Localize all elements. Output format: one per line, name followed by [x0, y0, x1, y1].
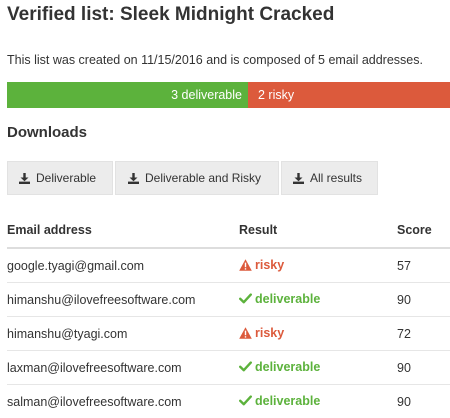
result-label: risky	[255, 326, 284, 340]
verified-list-page: Verified list: Sleek Midnight Cracked Th…	[0, 0, 450, 414]
result-badge: risky	[239, 258, 284, 272]
download-deliverable-label: Deliverable	[36, 171, 96, 185]
email-cell: himanshu@ilovefreesoftware.com	[7, 283, 239, 317]
column-header-score: Score	[397, 213, 450, 248]
download-all-results-button[interactable]: All results	[281, 161, 378, 195]
result-badge: risky	[239, 326, 284, 340]
download-all-results-label: All results	[310, 171, 362, 185]
result-label: risky	[255, 258, 284, 272]
result-badge: deliverable	[239, 360, 320, 374]
deliverability-summary-bar: 3 deliverable 2 risky	[7, 82, 450, 108]
column-header-email: Email address	[7, 213, 239, 248]
results-table: Email address Result Score google.tyagi@…	[7, 213, 450, 418]
table-row: himanshu@ilovefreesoftware.com deliverab…	[7, 283, 450, 317]
download-deliverable-button[interactable]: Deliverable	[7, 161, 113, 195]
email-cell: himanshu@tyagi.com	[7, 317, 239, 351]
score-cell: 57	[397, 248, 450, 283]
email-cell: laxman@ilovefreesoftware.com	[7, 351, 239, 385]
checkmark-icon	[239, 395, 252, 406]
result-label: deliverable	[255, 360, 320, 374]
warning-icon	[239, 259, 252, 271]
result-cell: risky	[239, 317, 397, 351]
download-icon	[128, 173, 139, 184]
score-cell: 90	[397, 351, 450, 385]
result-label: deliverable	[255, 292, 320, 306]
warning-icon	[239, 327, 252, 339]
download-buttons-group: Deliverable Deliverable and Risky All re…	[7, 161, 380, 195]
checkmark-icon	[239, 361, 252, 372]
email-cell: google.tyagi@gmail.com	[7, 248, 239, 283]
deliverable-segment-label: 3 deliverable	[171, 88, 242, 102]
column-header-result: Result	[239, 213, 397, 248]
email-cell: salman@ilovefreesoftware.com	[7, 385, 239, 418]
table-row: himanshu@tyagi.com risky 72	[7, 317, 450, 351]
risky-segment: 2 risky	[248, 82, 450, 108]
deliverable-segment: 3 deliverable	[7, 82, 248, 108]
result-cell: risky	[239, 248, 397, 283]
list-description: This list was created on 11/15/2016 and …	[7, 53, 423, 67]
table-row: laxman@ilovefreesoftware.com deliverable…	[7, 351, 450, 385]
download-deliverable-and-risky-button[interactable]: Deliverable and Risky	[115, 161, 279, 195]
score-cell: 90	[397, 283, 450, 317]
result-cell: deliverable	[239, 283, 397, 317]
download-icon	[293, 173, 304, 184]
result-badge: deliverable	[239, 394, 320, 408]
score-cell: 72	[397, 317, 450, 351]
download-deliverable-and-risky-label: Deliverable and Risky	[145, 171, 261, 185]
result-badge: deliverable	[239, 292, 320, 306]
result-label: deliverable	[255, 394, 320, 408]
table-header-row: Email address Result Score	[7, 213, 450, 248]
score-cell: 90	[397, 385, 450, 418]
page-title: Verified list: Sleek Midnight Cracked	[7, 4, 334, 26]
result-cell: deliverable	[239, 385, 397, 418]
checkmark-icon	[239, 293, 252, 304]
risky-segment-label: 2 risky	[258, 88, 294, 102]
download-icon	[19, 173, 30, 184]
downloads-heading: Downloads	[7, 124, 87, 141]
table-row: salman@ilovefreesoftware.com deliverable…	[7, 385, 450, 418]
table-row: google.tyagi@gmail.com risky 57	[7, 248, 450, 283]
result-cell: deliverable	[239, 351, 397, 385]
